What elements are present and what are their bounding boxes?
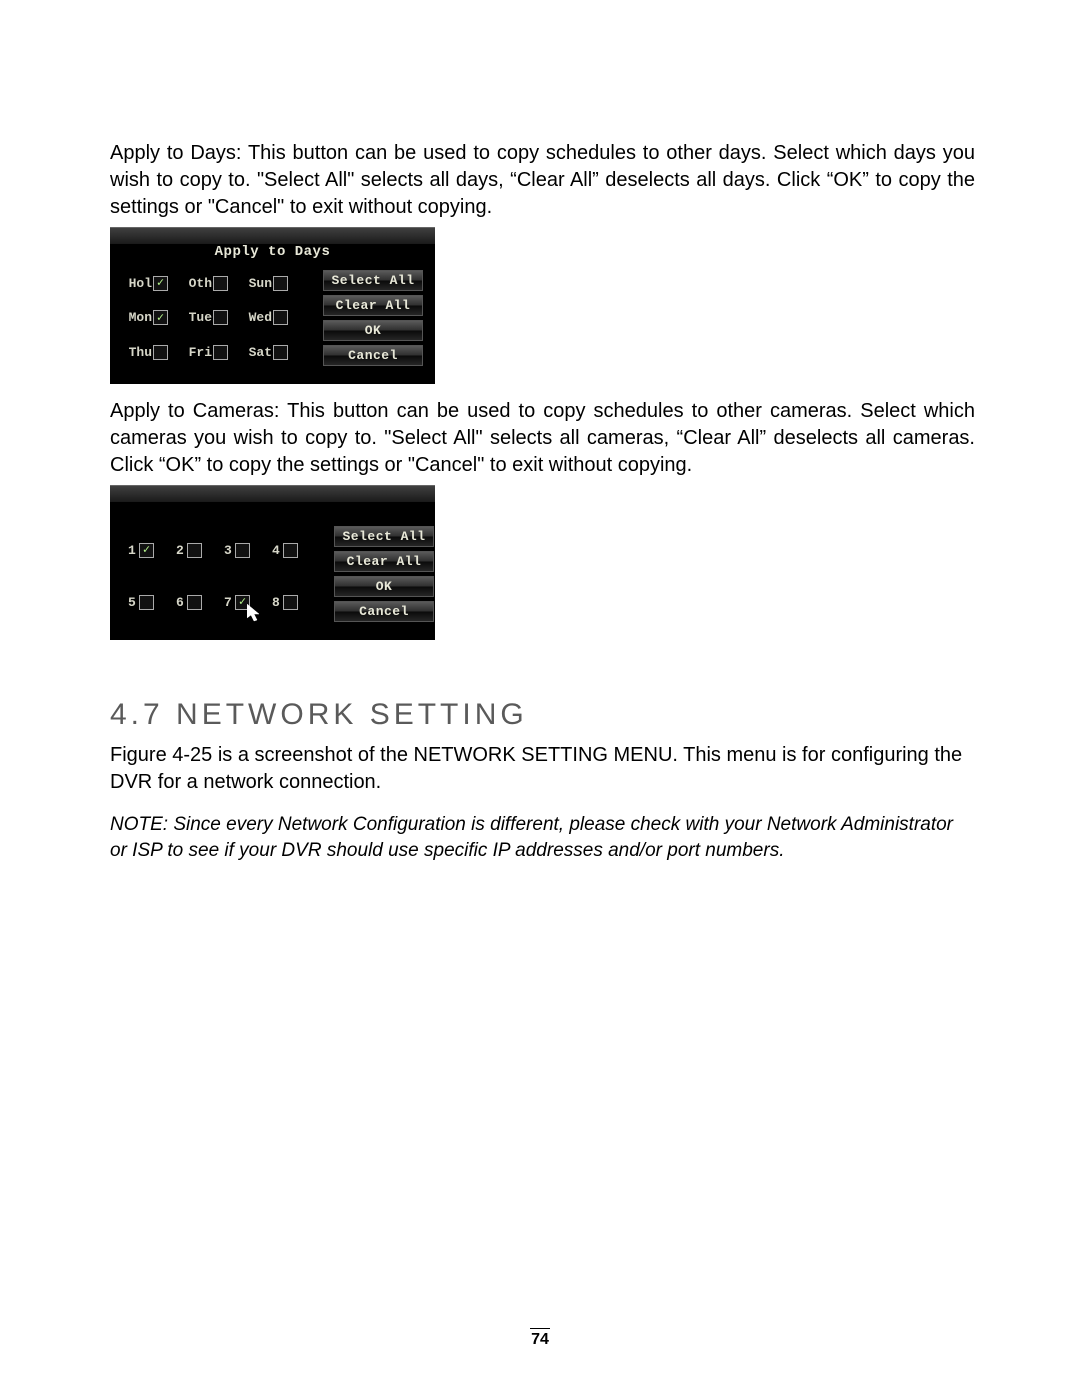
figure-intro-paragraph: Figure 4-25 is a screenshot of the NETWO…	[110, 742, 975, 796]
day-checkbox-oth[interactable]: Oth	[188, 270, 246, 297]
checkbox-icon	[139, 543, 154, 558]
checkbox-icon	[273, 276, 288, 291]
day-label: Fri	[188, 345, 212, 360]
camera-label: 4	[272, 543, 282, 558]
days-checkbox-grid: Hol Oth Sun Mon Tue	[128, 270, 306, 366]
ok-button[interactable]: OK	[334, 576, 434, 597]
clear-all-button[interactable]: Clear All	[334, 551, 434, 572]
page-number-value: 74	[531, 1331, 549, 1348]
day-checkbox-tue[interactable]: Tue	[188, 305, 246, 332]
day-label: Sat	[248, 345, 272, 360]
checkbox-icon	[153, 310, 168, 325]
checkbox-icon	[153, 276, 168, 291]
camera-label: 5	[128, 595, 138, 610]
camera-checkbox-7[interactable]: 7	[224, 582, 272, 622]
dialog-title: Apply to Days	[215, 244, 331, 260]
day-checkbox-wed[interactable]: Wed	[248, 305, 306, 332]
camera-checkbox-4[interactable]: 4	[272, 530, 320, 570]
camera-checkbox-6[interactable]: 6	[176, 582, 224, 622]
camera-label: 6	[176, 595, 186, 610]
camera-checkbox-8[interactable]: 8	[272, 582, 320, 622]
day-label: Hol	[128, 276, 152, 291]
apply-to-days-paragraph: Apply to Days: This button can be used t…	[110, 140, 975, 221]
day-checkbox-hol[interactable]: Hol	[128, 270, 186, 297]
apply-to-days-dialog: Apply to Days Hol Oth Sun Mon	[110, 227, 435, 384]
clear-all-button[interactable]: Clear All	[323, 295, 423, 316]
day-label: Mon	[128, 310, 152, 325]
camera-checkbox-2[interactable]: 2	[176, 530, 224, 570]
checkbox-icon	[187, 595, 202, 610]
page-number: 74	[0, 1328, 1080, 1349]
camera-label: 3	[224, 543, 234, 558]
checkbox-icon	[273, 345, 288, 360]
checkbox-icon	[213, 276, 228, 291]
day-checkbox-fri[interactable]: Fri	[188, 339, 246, 366]
cameras-checkbox-grid: 1 2 3 4 5	[128, 526, 320, 622]
section-heading: 4.7 NETWORK SETTING	[110, 698, 975, 732]
checkbox-icon	[153, 345, 168, 360]
note-paragraph: NOTE: Since every Network Configuration …	[110, 812, 975, 864]
checkbox-icon	[187, 543, 202, 558]
checkbox-icon	[139, 595, 154, 610]
checkbox-icon	[213, 310, 228, 325]
camera-checkbox-5[interactable]: 5	[128, 582, 176, 622]
day-checkbox-thu[interactable]: Thu	[128, 339, 186, 366]
cancel-button[interactable]: Cancel	[334, 601, 434, 622]
dialog-titlebar	[110, 485, 435, 502]
select-all-button[interactable]: Select All	[323, 270, 423, 291]
day-checkbox-mon[interactable]: Mon	[128, 305, 186, 332]
checkbox-icon	[283, 595, 298, 610]
camera-checkbox-1[interactable]: 1	[128, 530, 176, 570]
camera-label: 8	[272, 595, 282, 610]
camera-checkbox-3[interactable]: 3	[224, 530, 272, 570]
day-label: Wed	[248, 310, 272, 325]
day-checkbox-sun[interactable]: Sun	[248, 270, 306, 297]
camera-label: 2	[176, 543, 186, 558]
select-all-button[interactable]: Select All	[334, 526, 434, 547]
camera-label: 7	[224, 595, 234, 610]
checkbox-icon	[283, 543, 298, 558]
day-checkbox-sat[interactable]: Sat	[248, 339, 306, 366]
apply-to-cameras-paragraph: Apply to Cameras: This button can be use…	[110, 398, 975, 479]
day-label: Sun	[248, 276, 272, 291]
camera-label: 1	[128, 543, 138, 558]
day-label: Thu	[128, 345, 152, 360]
day-label: Oth	[188, 276, 212, 291]
ok-button[interactable]: OK	[323, 320, 423, 341]
cancel-button[interactable]: Cancel	[323, 345, 423, 366]
day-label: Tue	[188, 310, 212, 325]
apply-to-cameras-dialog: 1 2 3 4 5	[110, 485, 435, 640]
checkbox-icon	[273, 310, 288, 325]
checkbox-icon	[235, 543, 250, 558]
checkbox-icon	[213, 345, 228, 360]
